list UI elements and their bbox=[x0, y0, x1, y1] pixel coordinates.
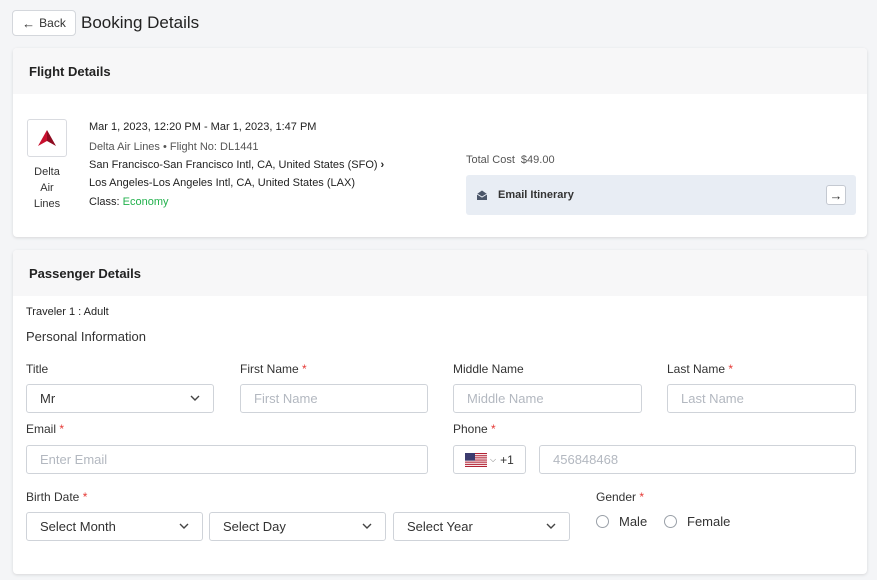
birth-month-select[interactable]: Select Month bbox=[26, 512, 203, 541]
birth-month-value: Select Month bbox=[40, 519, 116, 534]
passenger-details-heading: Passenger Details bbox=[13, 250, 867, 296]
origin-airport: San Francisco-San Francisco Intl, CA, Un… bbox=[89, 159, 378, 171]
back-button[interactable]: ← Back bbox=[12, 10, 76, 36]
back-button-label: Back bbox=[39, 16, 66, 30]
flight-details-heading: Flight Details bbox=[13, 48, 867, 94]
page-title: Booking Details bbox=[81, 13, 200, 32]
email-itinerary-button[interactable]: Email Itinerary → bbox=[466, 175, 856, 215]
birth-day-value: Select Day bbox=[223, 519, 286, 534]
gender-male-radio[interactable]: Male bbox=[596, 514, 647, 529]
required-mark: * bbox=[302, 362, 307, 376]
personal-info-heading: Personal Information bbox=[26, 329, 146, 344]
phone-input[interactable] bbox=[553, 452, 855, 467]
gender-female-radio[interactable]: Female bbox=[664, 514, 730, 529]
total-cost: Total Cost $49.00 bbox=[466, 154, 555, 166]
chevron-down-icon: ⌵ bbox=[490, 454, 497, 464]
required-mark: * bbox=[59, 422, 65, 436]
flight-info: Mar 1, 2023, 12:20 PM - Mar 1, 2023, 1:4… bbox=[89, 118, 384, 211]
chevron-down-icon bbox=[546, 523, 556, 529]
birth-date-label: Birth Date * bbox=[26, 490, 87, 504]
middle-name-label: Middle Name bbox=[453, 362, 524, 376]
chevron-down-icon bbox=[362, 523, 372, 529]
arrow-right-icon[interactable]: → bbox=[826, 185, 846, 205]
last-name-field[interactable] bbox=[667, 384, 856, 413]
gender-label-text: Gender bbox=[596, 490, 637, 504]
gender-female-label: Female bbox=[687, 514, 731, 529]
first-name-field[interactable] bbox=[240, 384, 428, 413]
last-name-input[interactable] bbox=[681, 391, 855, 406]
us-flag-icon bbox=[465, 452, 487, 467]
phone-label-text: Phone bbox=[453, 422, 488, 436]
radio-circle[interactable] bbox=[664, 515, 677, 528]
class-label: Class: bbox=[89, 196, 120, 208]
delta-logo-icon bbox=[38, 130, 56, 146]
first-name-label: First Name * bbox=[240, 362, 307, 376]
arrow-left-icon: ← bbox=[22, 15, 36, 31]
country-code-select[interactable]: ⌵ +1 bbox=[453, 445, 526, 474]
title-select-value: Mr bbox=[40, 391, 56, 406]
last-name-label: Last Name * bbox=[667, 362, 733, 376]
envelope-icon bbox=[476, 189, 488, 201]
passenger-details-card: Passenger Details Traveler 1 : Adult Per… bbox=[13, 250, 867, 574]
flight-datetime: Mar 1, 2023, 12:20 PM - Mar 1, 2023, 1:4… bbox=[89, 121, 317, 133]
radio-circle[interactable] bbox=[596, 515, 609, 528]
country-code-value: +1 bbox=[500, 452, 514, 467]
email-itinerary-label: Email Itinerary bbox=[498, 189, 574, 201]
email-input[interactable] bbox=[40, 452, 427, 467]
birth-year-select[interactable]: Select Year bbox=[393, 512, 570, 541]
required-mark: * bbox=[491, 422, 496, 436]
traveler-label: Traveler 1 : Adult bbox=[26, 306, 109, 318]
title-select[interactable]: Mr bbox=[26, 384, 214, 413]
airline-name: Delta Air Lines bbox=[33, 166, 61, 210]
first-name-label-text: First Name bbox=[240, 362, 299, 376]
chevron-down-icon bbox=[179, 523, 189, 529]
required-mark: * bbox=[82, 490, 88, 504]
required-mark: * bbox=[728, 362, 734, 376]
chevron-right-icon: › bbox=[380, 159, 385, 171]
last-name-label-text: Last Name bbox=[667, 362, 726, 376]
birth-day-select[interactable]: Select Day bbox=[209, 512, 386, 541]
destination-airport: Los Angeles-Los Angeles Intl, CA, United… bbox=[89, 177, 355, 189]
middle-name-input[interactable] bbox=[467, 391, 641, 406]
airline-logo bbox=[27, 119, 67, 157]
flight-airline-number: Delta Air Lines • Flight No: DL1441 bbox=[89, 141, 259, 153]
email-label: Email * bbox=[26, 422, 64, 436]
flight-class: Class: Economy bbox=[89, 193, 384, 211]
flight-route-origin: San Francisco-San Francisco Intl, CA, Un… bbox=[89, 156, 384, 174]
gender-male-label: Male bbox=[619, 514, 648, 529]
total-cost-label: Total Cost bbox=[466, 154, 515, 166]
title-label: Title bbox=[26, 362, 49, 376]
first-name-input[interactable] bbox=[254, 391, 427, 406]
email-label-text: Email bbox=[26, 422, 57, 436]
flight-details-card: Flight Details Delta Air Lines Mar 1, 20… bbox=[13, 48, 867, 237]
chevron-down-icon bbox=[190, 395, 200, 401]
email-field[interactable] bbox=[26, 445, 428, 474]
gender-label: Gender * bbox=[596, 490, 644, 504]
birth-year-value: Select Year bbox=[407, 519, 473, 534]
phone-label: Phone * bbox=[453, 422, 496, 436]
middle-name-field[interactable] bbox=[453, 384, 642, 413]
class-value: Economy bbox=[122, 196, 169, 208]
total-cost-value: $49.00 bbox=[520, 154, 555, 166]
birth-date-label-text: Birth Date bbox=[26, 490, 80, 504]
phone-field[interactable] bbox=[539, 445, 856, 474]
required-mark: * bbox=[639, 490, 645, 504]
